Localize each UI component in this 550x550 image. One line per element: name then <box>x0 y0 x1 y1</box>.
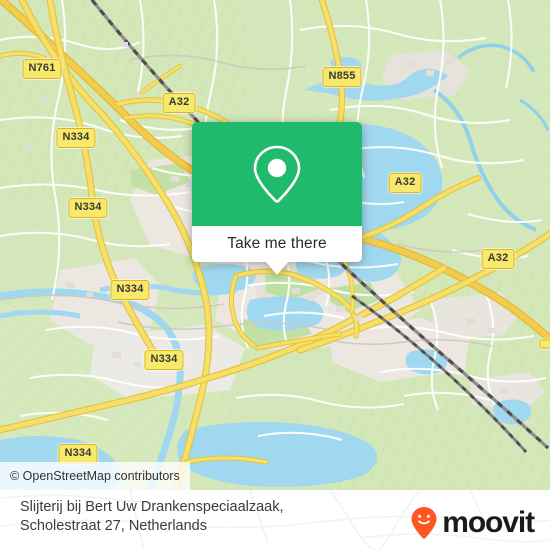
road-shield-n761: N761 <box>22 59 62 79</box>
road-shield-clipped <box>539 339 550 349</box>
road-shield-n855: N855 <box>322 67 362 87</box>
road-shield-a32-1: A32 <box>162 93 196 113</box>
moovit-map-screenshot: N761 A32 N334 N855 N334 A32 N334 A32 N33… <box>0 0 550 550</box>
moovit-logo[interactable]: moovit <box>410 506 535 540</box>
map-canvas[interactable]: N761 A32 N334 N855 N334 A32 N334 A32 N33… <box>0 0 550 490</box>
map-pin-icon <box>253 145 301 203</box>
callout-pointer-tail <box>266 262 288 275</box>
callout-icon-area <box>192 122 362 226</box>
osm-attribution[interactable]: © OpenStreetMap contributors <box>0 462 190 490</box>
road-shield-n334-1: N334 <box>56 128 96 148</box>
road-shield-a32-2: A32 <box>388 173 422 193</box>
take-me-there-label: Take me there <box>192 226 362 262</box>
road-shield-a32-3: A32 <box>481 249 515 269</box>
place-address: Slijterij bij Bert Uw Drankenspeciaalzaa… <box>20 498 380 536</box>
footer-bar: Slijterij bij Bert Uw Drankenspeciaalzaa… <box>0 490 550 550</box>
road-shield-n334-4: N334 <box>144 350 184 370</box>
place-street-line: Scholestraat 27, Netherlands <box>20 518 207 534</box>
moovit-pin-icon <box>411 507 437 539</box>
moovit-wordmark: moovit <box>442 506 535 539</box>
osm-attribution-text: © OpenStreetMap contributors <box>10 469 180 483</box>
place-name-line: Slijterij bij Bert Uw Drankenspeciaalzaa… <box>20 499 284 515</box>
road-shield-n334-5: N334 <box>58 444 98 464</box>
road-shield-n334-3: N334 <box>110 280 150 300</box>
take-me-there-callout[interactable]: Take me there <box>192 122 362 275</box>
road-shield-n334-2: N334 <box>68 198 108 218</box>
callout-body: Take me there <box>192 122 362 262</box>
